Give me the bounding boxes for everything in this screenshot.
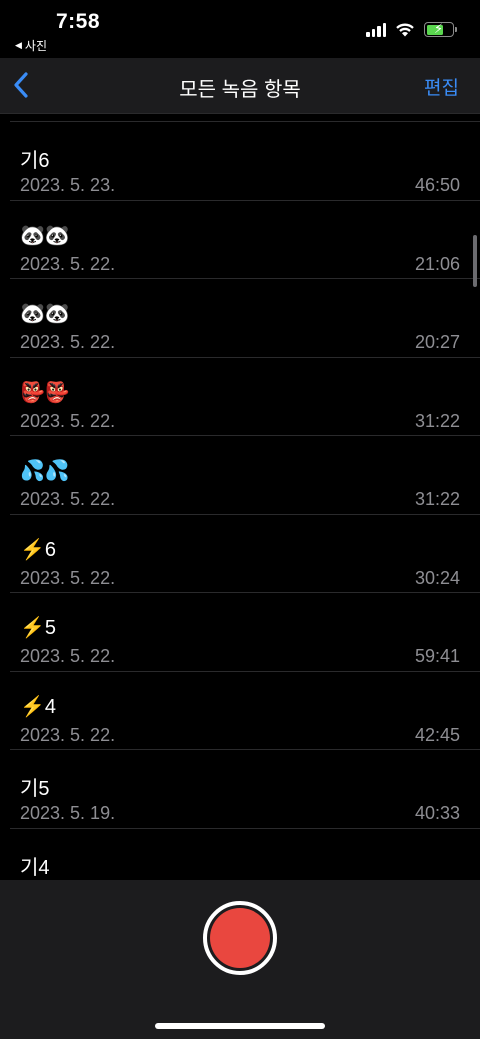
- recording-date: 2023. 5. 22.: [20, 253, 116, 274]
- recording-title: 기5: [20, 778, 50, 800]
- recording-duration: 46:50: [414, 175, 460, 195]
- recording-title: 🐼🐼: [20, 224, 70, 247]
- status-indicators: ⚡: [366, 21, 457, 37]
- recording-date: 2023. 5. 22.: [20, 646, 116, 666]
- recording-date: 2023. 5. 22.: [20, 489, 116, 509]
- charging-bolt-icon: ⚡: [434, 21, 444, 36]
- recording-row[interactable]: 🐼🐼 2023. 5. 22. 20:27: [0, 279, 480, 358]
- recording-title: 🐼🐼: [20, 303, 70, 325]
- recording-date: 2023. 5. 22.: [20, 410, 116, 431]
- recording-row[interactable]: 👺👺 2023. 5. 22. 31:22: [0, 358, 480, 436]
- recorder-panel: [0, 880, 480, 1039]
- recording-duration: 59:41: [414, 646, 460, 666]
- recording-title: ⚡️6: [20, 538, 57, 561]
- recording-row[interactable]: 💦💦 2023. 5. 22. 31:22: [0, 436, 480, 515]
- wifi-icon: [396, 23, 414, 37]
- recording-row[interactable]: 기6 2023. 5. 23. 46:50: [0, 122, 480, 201]
- recording-duration: 31:22: [414, 489, 460, 509]
- recording-duration: 31:22: [414, 410, 460, 431]
- battery-icon: ⚡: [424, 21, 457, 37]
- recordings-list[interactable]: 기6 2023. 5. 23. 46:50 🐼🐼 2023. 5. 22. 21:06 🐼🐼…: [0, 114, 480, 880]
- back-app-label: 사진: [24, 39, 48, 53]
- recording-duration: 30:24: [414, 567, 460, 588]
- recording-title: ⚡️5: [20, 617, 57, 639]
- recording-row[interactable]: ⚡️4 2023. 5. 22. 42:45: [0, 672, 480, 750]
- recording-date: 2023. 5. 22.: [20, 567, 116, 588]
- status-time: 7:58: [56, 10, 101, 33]
- cellular-signal-icon: [366, 22, 386, 37]
- record-button[interactable]: [203, 901, 277, 975]
- page-title: 모든 녹음 항목: [179, 79, 301, 101]
- recording-duration: 20:27: [414, 332, 460, 352]
- recording-duration: 42:45: [414, 724, 460, 745]
- triangle-left-icon: ◀: [15, 40, 22, 50]
- home-indicator[interactable]: [155, 1023, 325, 1029]
- recording-date: 2023. 5. 19.: [20, 803, 116, 823]
- recording-title: 👺👺: [20, 381, 70, 404]
- back-to-app-link[interactable]: ◀ 사진: [15, 37, 47, 54]
- scrollbar[interactable]: [473, 235, 477, 287]
- edit-button[interactable]: 편집: [424, 73, 459, 100]
- recording-date: 2023. 5. 22.: [20, 724, 116, 745]
- recording-title: 기6: [20, 150, 50, 172]
- recording-duration: 21:06: [414, 253, 460, 274]
- navigation-bar: 모든 녹음 항목 편집: [0, 58, 480, 114]
- recording-row[interactable]: 🐼🐼 2023. 5. 22. 21:06: [0, 201, 480, 279]
- recording-title: 기4: [20, 856, 50, 879]
- recording-row[interactable]: ⚡️6 2023. 5. 22. 30:24: [0, 515, 480, 593]
- recording-row[interactable]: 기42023. 5. 19.36:20: [0, 829, 480, 881]
- recording-row[interactable]: 기5 2023. 5. 19. 40:33: [0, 750, 480, 829]
- recording-date: 2023. 5. 22.: [20, 332, 116, 352]
- recording-row[interactable]: ⚡️5 2023. 5. 22. 59:41: [0, 593, 480, 672]
- recording-duration: 40:33: [414, 803, 460, 823]
- recording-title: ⚡️4: [20, 695, 57, 718]
- recording-date: 2023. 5. 23.: [20, 175, 116, 195]
- record-dot: [210, 908, 270, 968]
- recording-title: 💦💦: [20, 460, 70, 482]
- status-bar: 7:58 ◀ 사진 ⚡: [0, 0, 480, 58]
